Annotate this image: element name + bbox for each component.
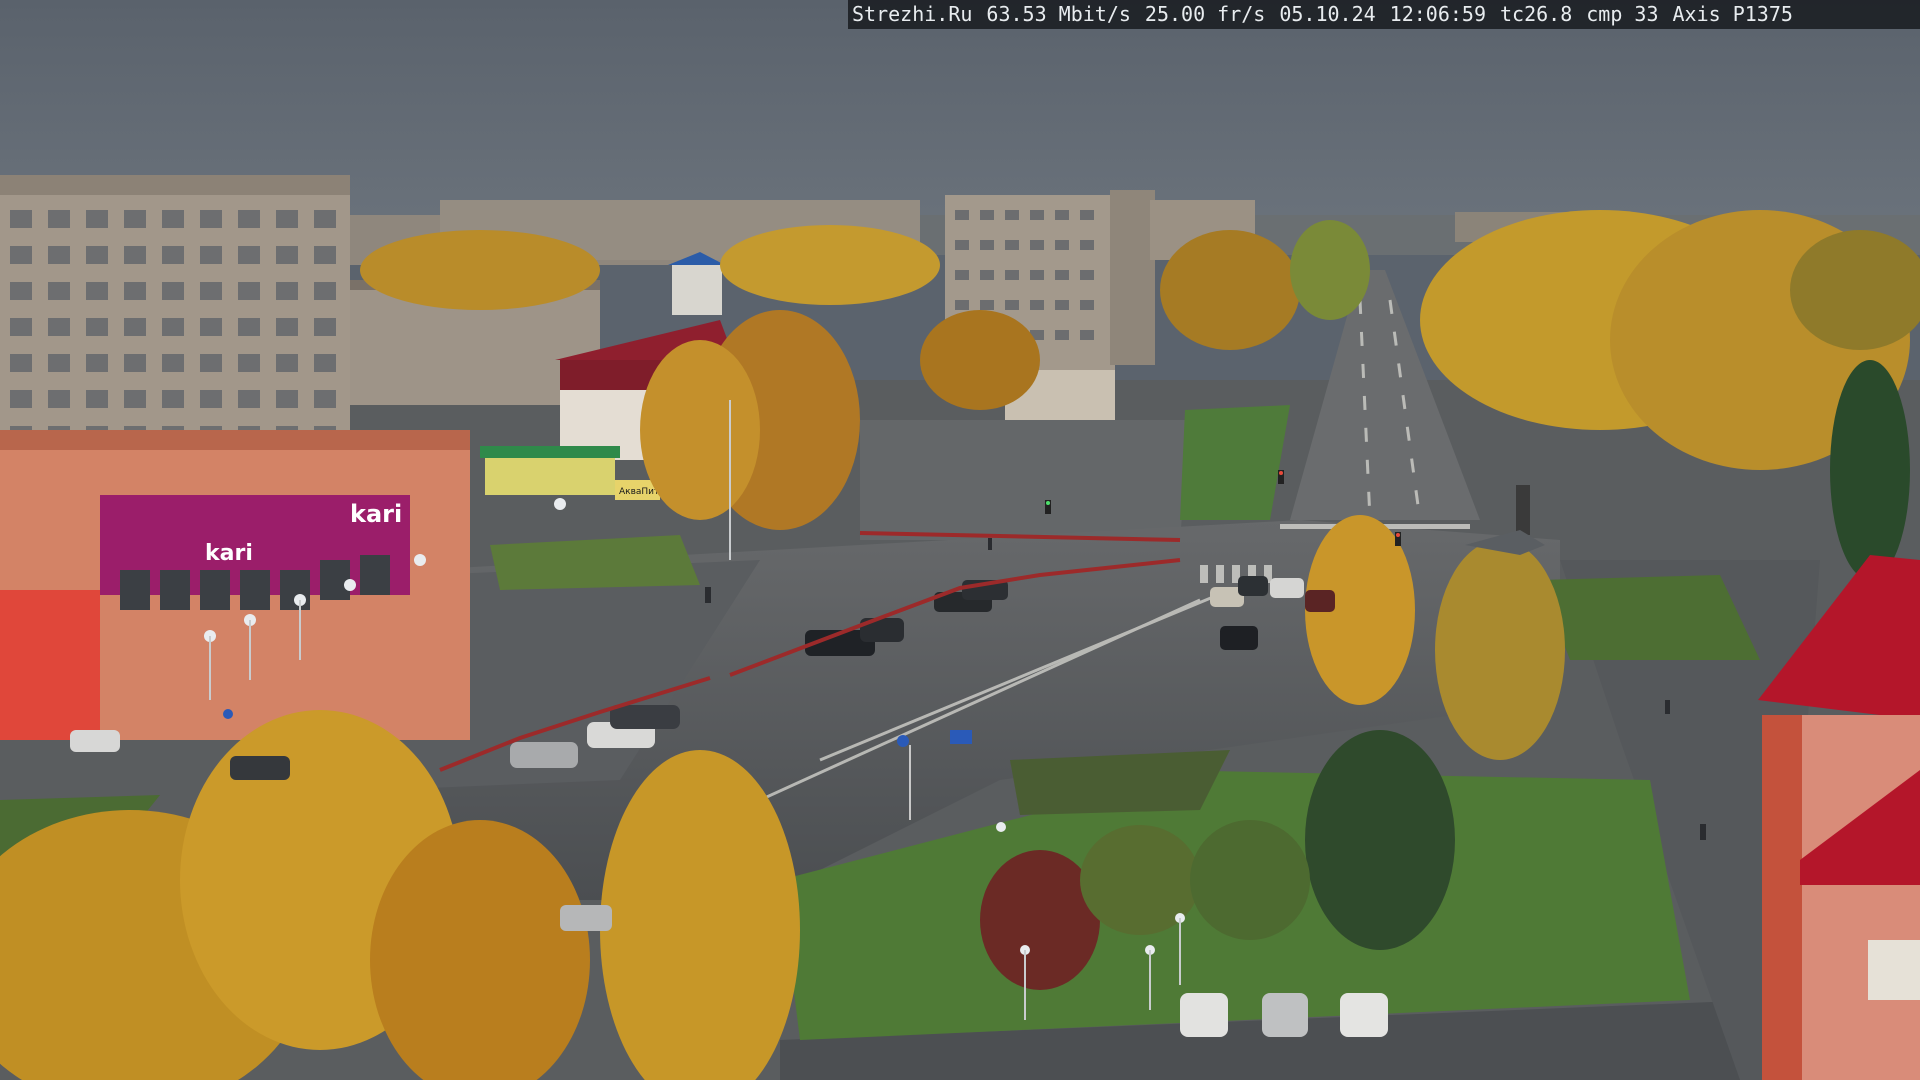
overlay-framerate: 25.00 fr/s bbox=[1144, 2, 1266, 26]
kari-sign-upper: kari bbox=[350, 500, 402, 528]
overlay-date: 05.10.24 bbox=[1279, 2, 1376, 26]
webcam-scene: kari kari АкваПит bbox=[0, 0, 1920, 1080]
overlay-site: Strezhi.Ru bbox=[852, 2, 973, 26]
kari-sign-lower: kari bbox=[205, 541, 253, 566]
overlay-bitrate: 63.53 Mbit/s bbox=[986, 2, 1131, 26]
overlay-time: 12:06:59 bbox=[1389, 2, 1486, 26]
central-square bbox=[860, 420, 1190, 540]
camera-overlay-bar: Strezhi.Ru 63.53 Mbit/s 25.00 fr/s 05.10.24… bbox=[848, 0, 1920, 29]
overlay-camera-model: Axis P1375 bbox=[1672, 2, 1793, 26]
overlay-temperature: tc26.8 bbox=[1500, 2, 1573, 26]
akvapit-sign: АкваПит bbox=[619, 487, 659, 497]
kari-storefront: kari kari bbox=[0, 430, 470, 740]
overlay-compression: cmp 33 bbox=[1586, 2, 1659, 26]
